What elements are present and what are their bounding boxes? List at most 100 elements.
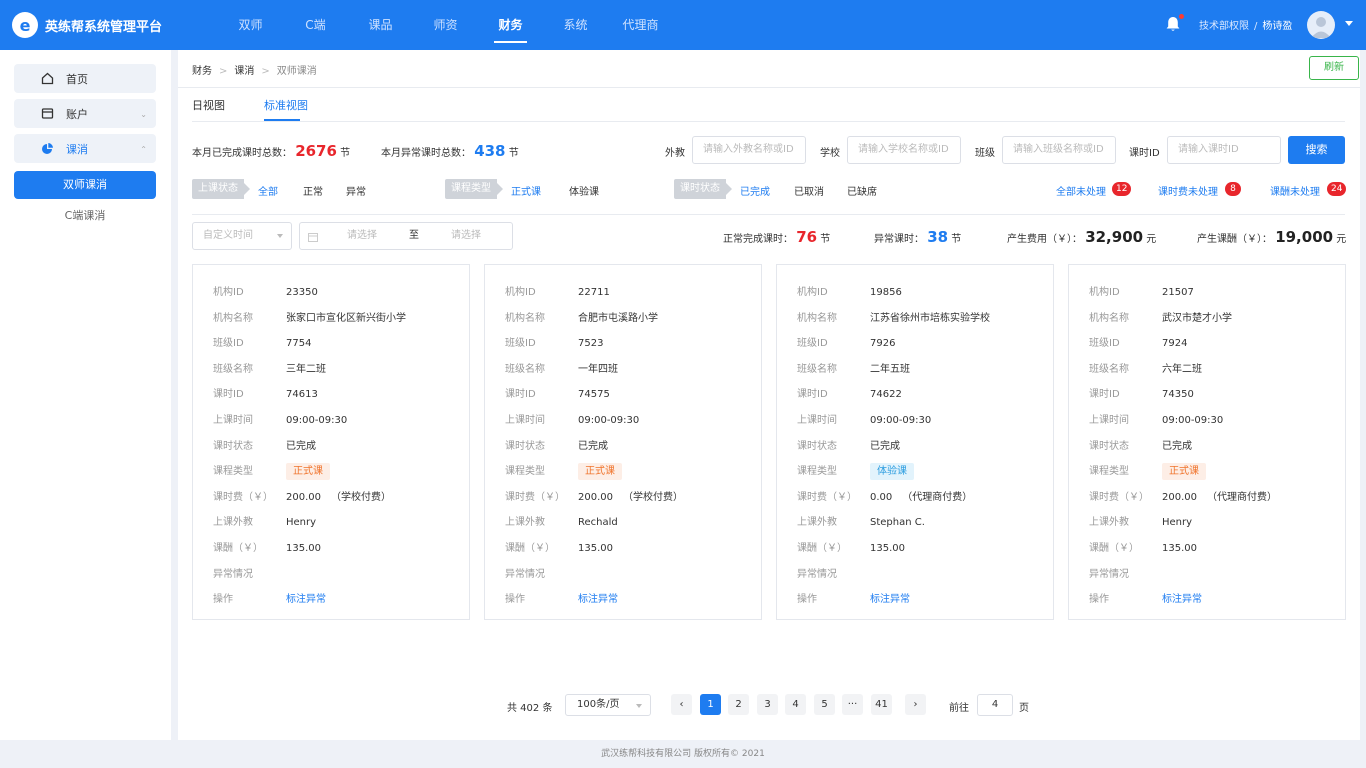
search-button[interactable]: 搜索 bbox=[1288, 136, 1345, 164]
filter-class-status-all[interactable]: 全部 bbox=[258, 183, 278, 198]
card-field-value: 135.00 bbox=[870, 543, 905, 554]
filter-class-status-normal[interactable]: 正常 bbox=[303, 183, 323, 198]
breadcrumb-item[interactable]: 财务 bbox=[192, 66, 212, 77]
filter-lesson-status-completed[interactable]: 已完成 bbox=[740, 183, 770, 198]
prev-page-button[interactable]: ‹ bbox=[671, 694, 692, 715]
breadcrumb-separator-icon: > bbox=[261, 66, 270, 77]
filter-lesson-status-absent[interactable]: 已缺席 bbox=[847, 183, 877, 198]
card-field-label: 班级名称 bbox=[213, 363, 253, 375]
date-range-picker[interactable]: 请选择 至 请选择 bbox=[299, 222, 513, 250]
stat-label: 产生费用（￥）： bbox=[1007, 234, 1082, 245]
school-search-input[interactable]: 请输入学校名称或ID bbox=[847, 136, 961, 164]
sidebar-sub-c-end[interactable]: C端课消 bbox=[14, 202, 156, 230]
sidebar-item-home[interactable]: 首页 bbox=[14, 64, 156, 93]
goto-page-input[interactable]: 4 bbox=[977, 694, 1013, 716]
teacher-search-input[interactable]: 请输入外教名称或ID bbox=[692, 136, 806, 164]
card-row-org-name: 机构名称 合肥市屯溪路小学 bbox=[505, 309, 658, 324]
summary-label: 本月已完成课时总数： bbox=[192, 148, 292, 159]
card-field-value: 二年五班 bbox=[870, 363, 910, 375]
breadcrumb-item[interactable]: 课消 bbox=[234, 66, 254, 77]
page-button[interactable]: 5 bbox=[814, 694, 835, 715]
card-row-lesson-id: 课时ID 74613 bbox=[213, 385, 318, 400]
card-row-abnormal: 异常情况 bbox=[213, 565, 286, 580]
page-ellipsis[interactable]: ··· bbox=[842, 694, 863, 715]
card-field-label: 上课时间 bbox=[1089, 415, 1129, 426]
card-field-label: 上课外教 bbox=[1089, 517, 1129, 529]
card-field-value: 已完成 bbox=[870, 440, 900, 452]
end-date-input[interactable]: 请选择 bbox=[451, 223, 481, 249]
nav-shuangshi[interactable]: 双师 bbox=[218, 0, 283, 50]
user-info[interactable]: 技术部权限 / 杨诗盈 bbox=[1199, 17, 1292, 32]
page-button[interactable]: 1 bbox=[700, 694, 721, 715]
card-row-class-name: 班级名称 六年二班 bbox=[1089, 360, 1202, 375]
filter-class-status-abnormal[interactable]: 异常 bbox=[346, 183, 366, 198]
sidebar-item-account[interactable]: 账户 ⌄ bbox=[14, 99, 156, 128]
lesson-status-filter-label: 课时状态 bbox=[674, 179, 732, 199]
card-row-class-id: 班级ID 7926 bbox=[797, 334, 895, 349]
sidebar-sub-dual-teacher[interactable]: 双师课消 bbox=[14, 171, 156, 199]
refresh-button[interactable]: 刷新 bbox=[1309, 56, 1359, 80]
page-button[interactable]: 3 bbox=[757, 694, 778, 715]
filter-lesson-status-cancelled[interactable]: 已取消 bbox=[794, 183, 824, 198]
nav-course[interactable]: 课品 bbox=[348, 0, 413, 50]
nav-teachers[interactable]: 师资 bbox=[413, 0, 478, 50]
card-row-time: 上课时间 09:00-09:30 bbox=[797, 411, 931, 426]
card-row-abnormal: 异常情况 bbox=[797, 565, 870, 580]
card-field-label: 操作 bbox=[213, 594, 233, 606]
fee-pending-link[interactable]: 课时费未处理 bbox=[1158, 183, 1218, 198]
avatar[interactable] bbox=[1307, 11, 1335, 39]
tab-day-view[interactable]: 日视图 bbox=[192, 97, 225, 113]
page-button[interactable]: 2 bbox=[728, 694, 749, 715]
breadcrumb: 财务 > 课消 > 双师课消 bbox=[192, 62, 317, 77]
card-field-label: 班级ID bbox=[505, 338, 536, 350]
nav-agents[interactable]: 代理商 bbox=[608, 0, 673, 50]
page-button[interactable]: 41 bbox=[871, 694, 892, 715]
card-field-label: 课时ID bbox=[505, 389, 536, 401]
page-button[interactable]: 4 bbox=[785, 694, 806, 715]
card-field-value: 09:00-09:30 bbox=[870, 415, 932, 426]
logo[interactable]: e 英练帮系统管理平台 bbox=[12, 12, 162, 38]
card-field-label: 机构ID bbox=[797, 287, 828, 298]
card-field-value: 合肥市屯溪路小学 bbox=[578, 312, 658, 324]
user-menu-caret-icon[interactable] bbox=[1345, 21, 1353, 26]
card-field-label: 课酬（￥） bbox=[213, 543, 263, 554]
card-field-value: 正式课 bbox=[1162, 463, 1206, 481]
card-field-value: 22711 bbox=[578, 287, 610, 298]
time-preset-select[interactable]: 自定义时间 bbox=[192, 222, 292, 250]
all-pending-link[interactable]: 全部未处理 bbox=[1056, 183, 1106, 198]
card-field-label: 班级名称 bbox=[797, 363, 837, 375]
card-field-label: 异常情况 bbox=[797, 568, 837, 580]
card-field-value: 张家口市宣化区新兴街小学 bbox=[286, 312, 406, 324]
pay-pending-link[interactable]: 课酬未处理 bbox=[1270, 183, 1320, 198]
filter-course-type-trial[interactable]: 体验课 bbox=[569, 183, 599, 198]
mark-abnormal-link[interactable]: 标注异常 bbox=[1162, 594, 1202, 605]
lesson-id-search-input[interactable]: 请输入课时ID bbox=[1167, 136, 1281, 164]
card-field-label: 上课时间 bbox=[797, 415, 837, 426]
card-row-course-type: 课程类型 体验课 bbox=[797, 462, 914, 481]
unit-label: 元 bbox=[1336, 234, 1347, 245]
sidebar-item-consumption[interactable]: 课消 ⌃ bbox=[14, 134, 156, 163]
mark-abnormal-link[interactable]: 标注异常 bbox=[286, 594, 326, 605]
card-row-abnormal: 异常情况 bbox=[505, 565, 578, 580]
card-row-time: 上课时间 09:00-09:30 bbox=[505, 411, 639, 426]
card-row-fee: 课时费（￥） 0.00 （代理商付费） bbox=[797, 488, 972, 503]
card-field-label: 课程类型 bbox=[505, 466, 545, 478]
fee-payer-note: （代理商付费） bbox=[1207, 491, 1277, 503]
card-row-lesson-id: 课时ID 74350 bbox=[1089, 385, 1194, 400]
class-search-input[interactable]: 请输入班级名称或ID bbox=[1002, 136, 1116, 164]
start-date-input[interactable]: 请选择 bbox=[347, 223, 377, 249]
nav-finance[interactable]: 财务 bbox=[478, 0, 543, 50]
nav-system[interactable]: 系统 bbox=[543, 0, 608, 50]
filter-course-type-formal[interactable]: 正式课 bbox=[511, 183, 541, 198]
tab-standard-view[interactable]: 标准视图 bbox=[264, 97, 308, 113]
next-page-button[interactable]: › bbox=[905, 694, 926, 715]
nav-c-end[interactable]: C端 bbox=[283, 0, 348, 50]
card-field-label: 机构名称 bbox=[797, 312, 837, 324]
goto-label: 前往 bbox=[949, 703, 969, 714]
card-field-label: 课时费（￥） bbox=[797, 491, 857, 503]
monthly-completed-value: 2676 bbox=[295, 142, 337, 160]
mark-abnormal-link[interactable]: 标注异常 bbox=[578, 594, 618, 605]
mark-abnormal-link[interactable]: 标注异常 bbox=[870, 594, 910, 605]
page-size-select[interactable]: 100条/页 bbox=[565, 694, 651, 716]
sidebar: 首页 账户 ⌄ 课消 ⌃ 双师课消 C端课消 bbox=[0, 50, 171, 740]
